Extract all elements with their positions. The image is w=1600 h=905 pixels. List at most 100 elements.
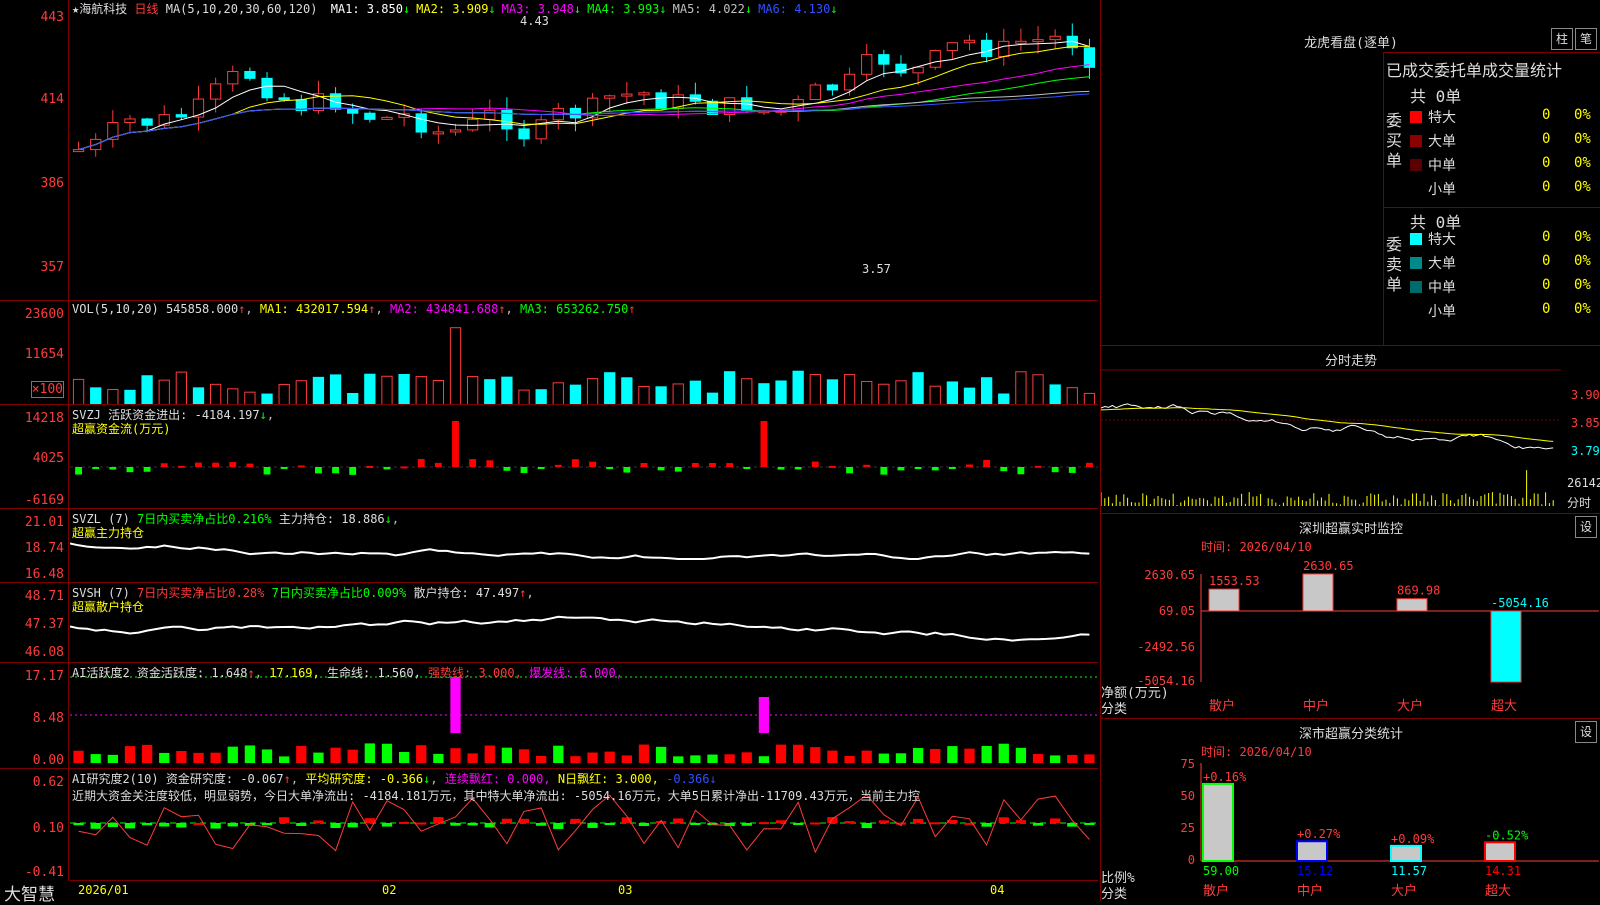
volume-bar: [946, 381, 959, 405]
activity-bar: [501, 747, 513, 763]
monitor-axis-tick: 2630.65: [1144, 568, 1195, 582]
order-table: 已成交委托单成交量统计 委买单 共 0单 特大 0 0% 大单 0 0% 中单 0 0% 小单 0 0…: [1383, 52, 1600, 346]
svzj-pane[interactable]: SVZJ 活跃资金进出: -4184.197↓, 超赢资金流(万元): [70, 404, 1098, 509]
volume-pane[interactable]: VOL(5,10,20) 545858.000↑, MA1: 432017.59…: [70, 300, 1098, 405]
research-bar: [981, 823, 992, 827]
net-amount-label: 869.98: [1397, 584, 1440, 598]
vol-title: VOL(5,10,20): [72, 302, 159, 316]
activity-bar: [655, 746, 667, 763]
color-swatch: [1410, 135, 1422, 147]
y-tick: 0.10: [32, 821, 64, 836]
candlestick-pane[interactable]: ★海航科技 日线 MA(5,10,20,30,60,120) MA1: 3.85…: [70, 0, 1098, 300]
research-bar: [73, 823, 84, 826]
intraday-chart[interactable]: [1101, 346, 1600, 514]
ai-active-pane[interactable]: AI活跃度2 资金活跃度: 1.648↑, 17.169, 生命线: 1.560…: [70, 662, 1098, 769]
column-view-button[interactable]: 柱: [1551, 28, 1573, 50]
volume-bar: [535, 389, 547, 405]
intraday-tick: 3.850: [1570, 416, 1600, 430]
flow-bar: [195, 462, 202, 467]
flow-bar: [589, 461, 596, 467]
activity-bar: [1067, 754, 1078, 763]
volume-bar: [209, 383, 222, 405]
candle-body: [655, 92, 667, 110]
stats-unit-2: 分类: [1101, 887, 1128, 902]
svsh-pane[interactable]: SVSH (7) 7日内买卖净占比0.28% 7日内买卖净占比0.009% 散户…: [70, 582, 1098, 663]
activity-bar: [381, 743, 393, 763]
flow-bar: [640, 463, 648, 467]
candle-body: [261, 77, 273, 99]
activity-bar: [1084, 754, 1095, 763]
activity-peak-bar: [450, 677, 461, 733]
svsh-sub: 超赢散户持仓: [72, 600, 145, 614]
svzl-y-axis: 21.01 18.74 16.48: [0, 508, 69, 583]
color-swatch: [1410, 159, 1422, 171]
activity-peak-bar: [758, 697, 770, 733]
research-bar: [638, 823, 650, 826]
activity-bar: [587, 752, 598, 763]
activity-bar: [553, 745, 564, 763]
research-bar: [536, 823, 547, 826]
ai-research-text5: -0.366: [666, 772, 710, 786]
candle-body: [929, 50, 941, 68]
stats-axis-tick: 0: [1187, 853, 1195, 867]
activity-bar: [998, 743, 1009, 763]
volume-bar: [329, 374, 342, 405]
volume-bar: [158, 379, 170, 405]
candlestick-chart[interactable]: [70, 0, 1098, 300]
order-percent: 0%: [1574, 131, 1591, 147]
volume-bar: [792, 370, 804, 405]
volume-bar: [124, 389, 136, 405]
activity-bar: [296, 745, 307, 763]
monitor-panel: 深圳超赢实时监控 设 时间: 2026/04/10 1553.53 散户 2630.…: [1100, 513, 1600, 719]
volume-bar: [638, 385, 650, 405]
y-tick: 17.17: [24, 669, 64, 684]
y-tick: 46.08: [24, 645, 64, 660]
activity-bar: [141, 744, 153, 763]
vol-ma2: MA2: 434841.688: [389, 302, 499, 316]
research-bar: [210, 823, 221, 829]
activity-bar: [964, 748, 975, 763]
order-percent: 0%: [1574, 253, 1591, 269]
ma-value: MA5: 4.022↓: [672, 2, 753, 16]
y-tick: 0.00: [32, 753, 64, 768]
activity-bar: [690, 755, 701, 763]
intraday-tick: 3.905: [1570, 388, 1600, 402]
intraday-panel[interactable]: 分时走势 3.905 3.850 3.795 26142 分时: [1100, 345, 1600, 514]
flow-bar: [709, 463, 716, 467]
volume-chart[interactable]: [70, 301, 1098, 405]
research-bar: [861, 823, 872, 829]
intraday-tick: 3.795: [1570, 444, 1600, 458]
ai-active-text5: 爆发线: 6.000,: [529, 666, 623, 680]
flow-bar: [366, 465, 374, 468]
research-bar: [912, 818, 924, 823]
research-bar: [347, 823, 358, 828]
svzl-pane[interactable]: SVZL (7) 7日内买卖净占比0.216% 主力持仓: 18.886↓, 超…: [70, 508, 1098, 583]
category-label: 大户: [1397, 698, 1423, 714]
x-tick: 2026/01: [78, 883, 129, 897]
ai-research-text3: 连续飘红: 0.000,: [444, 772, 551, 786]
research-bar: [810, 822, 821, 825]
y-tick: 48.71: [24, 589, 64, 604]
y-tick: 0.62: [32, 775, 64, 790]
flow-bar: [280, 467, 288, 469]
activity-bar: [912, 747, 924, 763]
volume-bar: [929, 385, 941, 405]
order-size-label: 特大: [1428, 232, 1456, 248]
net-amount-bar: [1396, 598, 1428, 612]
flow-bar: [1017, 467, 1025, 475]
order-percent: 0%: [1574, 301, 1591, 317]
candle-body: [432, 131, 445, 135]
share-bar: [1202, 782, 1234, 862]
y-tick: 386: [40, 176, 64, 191]
ai-active-y-axis: 17.17 8.48 0.00: [0, 662, 69, 769]
activity-bar: [775, 744, 787, 763]
flow-bar: [554, 464, 562, 467]
y-tick: 23600: [24, 307, 64, 322]
ai-research-pane[interactable]: AI研究度2(10) 资金研究度: -0.067↑, 平均研究度: -0.366…: [70, 768, 1098, 881]
monitor-axis-tick: 69.05: [1158, 604, 1195, 618]
pen-view-button[interactable]: 笔: [1575, 28, 1597, 50]
order-count: 0: [1542, 277, 1551, 293]
flow-bar: [75, 467, 82, 475]
activity-bar: [604, 751, 615, 763]
research-bar: [1050, 818, 1061, 823]
